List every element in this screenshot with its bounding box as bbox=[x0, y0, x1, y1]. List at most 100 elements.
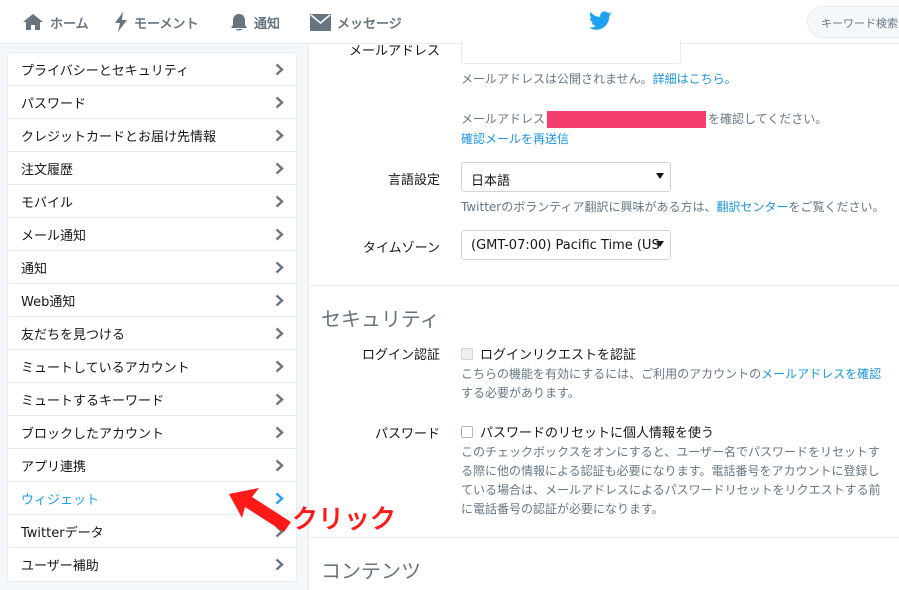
password-help-line: このチェックボックスをオンにすると、ユーザー名でパスワードをリセットす bbox=[461, 445, 881, 459]
password-help-line: る際に他の情報による認証も必要になります。電話番号をアカウントに登録し bbox=[461, 464, 880, 478]
email-field[interactable] bbox=[461, 40, 681, 64]
sidebar-item[interactable]: メール通知 bbox=[8, 218, 296, 251]
sidebar-item-label: 友だちを見つける bbox=[21, 327, 126, 343]
caret-down-icon bbox=[656, 173, 664, 179]
email-note-text: メールアドレスは公開されません。 bbox=[461, 72, 653, 86]
sidebar-item[interactable]: 友だちを見つける bbox=[8, 317, 296, 350]
chevron-right-icon bbox=[275, 63, 284, 76]
email-label: メールアドレス bbox=[348, 44, 440, 59]
nav-notifications-label: 通知 bbox=[254, 16, 281, 32]
chevron-right-icon bbox=[275, 162, 284, 175]
sidebar-item-label: モバイル bbox=[21, 195, 74, 211]
translate-prefix: Twitterのボランティア翻訳に興味がある方は、 bbox=[461, 200, 717, 214]
settings-main-panel: メールアドレス メールアドレスは公開されません。詳細はこちら。 メールアドレスを… bbox=[308, 40, 899, 590]
login-help-suffix: する必要があります。 bbox=[461, 386, 580, 400]
login-verification-checkbox[interactable] bbox=[461, 347, 473, 360]
nav-home-label: ホーム bbox=[50, 16, 89, 32]
sidebar-item-label: Twitterデータ bbox=[21, 525, 104, 541]
timezone-label: タイムゾーン bbox=[362, 241, 440, 256]
top-navigation-bar: ホーム モーメント 通知 メッセージ キーワード検索 bbox=[0, 0, 899, 44]
sidebar-item[interactable]: Web通知 bbox=[8, 284, 296, 317]
confirm-email-link[interactable]: メールアドレスを確認 bbox=[761, 367, 881, 381]
sidebar-item-label: プライバシーとセキュリティ bbox=[21, 63, 189, 79]
password-label: パスワード bbox=[374, 427, 440, 442]
sidebar-item-label: アプリ連携 bbox=[21, 459, 87, 475]
chevron-right-icon bbox=[275, 558, 284, 571]
password-reset-checkbox[interactable] bbox=[461, 425, 473, 438]
sidebar-item[interactable]: ミュートしているアカウント bbox=[8, 350, 296, 383]
click-annotation: クリック bbox=[292, 505, 397, 535]
chevron-right-icon bbox=[275, 327, 284, 340]
sidebar-item-label: ユーザー補助 bbox=[21, 559, 99, 574]
sidebar-item[interactable]: ミュートするキーワード bbox=[8, 383, 296, 416]
chevron-right-icon bbox=[275, 294, 284, 307]
chevron-right-icon bbox=[275, 393, 284, 406]
search-input[interactable]: キーワード検索 bbox=[807, 6, 899, 38]
sidebar-item[interactable]: クレジットカードとお届け先情報 bbox=[8, 119, 296, 152]
nav-notifications[interactable]: 通知 bbox=[230, 0, 280, 44]
nav-messages-label: メッセージ bbox=[337, 16, 402, 32]
section-divider bbox=[309, 285, 899, 286]
login-verification-text: ログインリクエストを認証 bbox=[480, 348, 637, 363]
sidebar-item-label: ブロックしたアカウント bbox=[21, 426, 165, 442]
chevron-right-icon bbox=[275, 360, 284, 373]
login-verification-option[interactable]: ログインリクエストを認証 bbox=[461, 344, 636, 363]
login-verification-help: こちらの機能を有効にするには、ご利用のアカウントのメールアドレスを確認 する必要… bbox=[461, 365, 881, 403]
red-arrow-icon bbox=[229, 488, 291, 532]
sidebar-item-label: 注文履歴 bbox=[21, 162, 74, 178]
email-note: メールアドレスは公開されません。詳細はこちら。 bbox=[461, 70, 737, 87]
chevron-right-icon bbox=[275, 459, 284, 472]
sidebar-item[interactable]: パスワード bbox=[8, 86, 296, 119]
email-confirm-note: メールアドレス を確認してください。 bbox=[461, 110, 827, 128]
nav-moments[interactable]: モーメント bbox=[114, 0, 198, 44]
email-details-link[interactable]: 詳細はこちら。 bbox=[653, 72, 737, 86]
bell-icon bbox=[231, 13, 247, 30]
chevron-right-icon bbox=[275, 129, 284, 142]
chevron-right-icon bbox=[275, 261, 284, 274]
sidebar-item-label: 通知 bbox=[21, 261, 48, 277]
language-value: 日本語 bbox=[471, 174, 511, 189]
sidebar-item-label: Web通知 bbox=[21, 294, 76, 310]
caret-down-icon bbox=[656, 241, 664, 247]
chevron-right-icon bbox=[275, 228, 284, 241]
section-divider bbox=[309, 537, 899, 538]
timezone-select[interactable]: (GMT-07:00) Pacific Time (US bbox=[461, 230, 671, 260]
sidebar-item[interactable]: アプリ連携 bbox=[8, 449, 296, 482]
login-verification-label: ログイン認証 bbox=[361, 348, 440, 363]
envelope-icon bbox=[310, 13, 331, 31]
login-help-prefix: こちらの機能を有効にするには、ご利用のアカウントの bbox=[461, 367, 762, 381]
nav-home[interactable]: ホーム bbox=[22, 0, 89, 44]
sidebar-item[interactable]: プライバシーとセキュリティ bbox=[8, 53, 296, 86]
sidebar-item-label: ウィジェット bbox=[21, 492, 100, 508]
confirm-suffix: を確認してください。 bbox=[708, 112, 828, 126]
sidebar-item-label: メール通知 bbox=[21, 228, 87, 244]
password-reset-text: パスワードのリセットに個人情報を使う bbox=[480, 426, 715, 441]
password-help-line: に電話番号の認証が必要になります。 bbox=[461, 502, 664, 516]
language-select[interactable]: 日本語 bbox=[461, 162, 671, 192]
home-icon bbox=[23, 14, 43, 30]
sidebar-item[interactable]: ユーザー補助 bbox=[8, 548, 296, 581]
redacted-email bbox=[547, 111, 707, 128]
password-help-line: ている場合は、メールアドレスによるパスワードリセットをリクエストする前 bbox=[461, 483, 881, 497]
sidebar-item-label: パスワード bbox=[21, 96, 87, 112]
password-reset-option[interactable]: パスワードのリセットに個人情報を使う bbox=[461, 422, 714, 441]
chevron-right-icon bbox=[275, 195, 284, 208]
chevron-right-icon bbox=[275, 426, 284, 439]
translate-suffix: をご覧ください。 bbox=[788, 200, 885, 214]
content-section-title: コンテンツ bbox=[321, 559, 421, 583]
lightning-icon bbox=[115, 12, 127, 32]
sidebar-item[interactable]: 通知 bbox=[8, 251, 296, 284]
sidebar-item[interactable]: モバイル bbox=[8, 185, 296, 218]
sidebar-item[interactable]: ブロックしたアカウント bbox=[8, 416, 296, 449]
security-section-title: セキュリティ bbox=[321, 307, 440, 331]
sidebar-item[interactable]: 注文履歴 bbox=[8, 152, 296, 185]
translation-center-link[interactable]: 翻訳センター bbox=[717, 200, 789, 214]
twitter-bird-icon[interactable] bbox=[589, 11, 612, 31]
timezone-value: (GMT-07:00) Pacific Time (US bbox=[471, 238, 660, 253]
sidebar-item-label: ミュートしているアカウント bbox=[21, 360, 190, 376]
nav-messages[interactable]: メッセージ bbox=[310, 0, 402, 44]
translate-note: Twitterのボランティア翻訳に興味がある方は、翻訳センターをご覧ください。 bbox=[461, 198, 885, 215]
resend-confirmation-link[interactable]: 確認メールを再送信 bbox=[461, 130, 569, 147]
password-reset-help: このチェックボックスをオンにすると、ユーザー名でパスワードをリセットす る際に他… bbox=[461, 443, 881, 519]
sidebar-item-label: クレジットカードとお届け先情報 bbox=[21, 129, 217, 145]
